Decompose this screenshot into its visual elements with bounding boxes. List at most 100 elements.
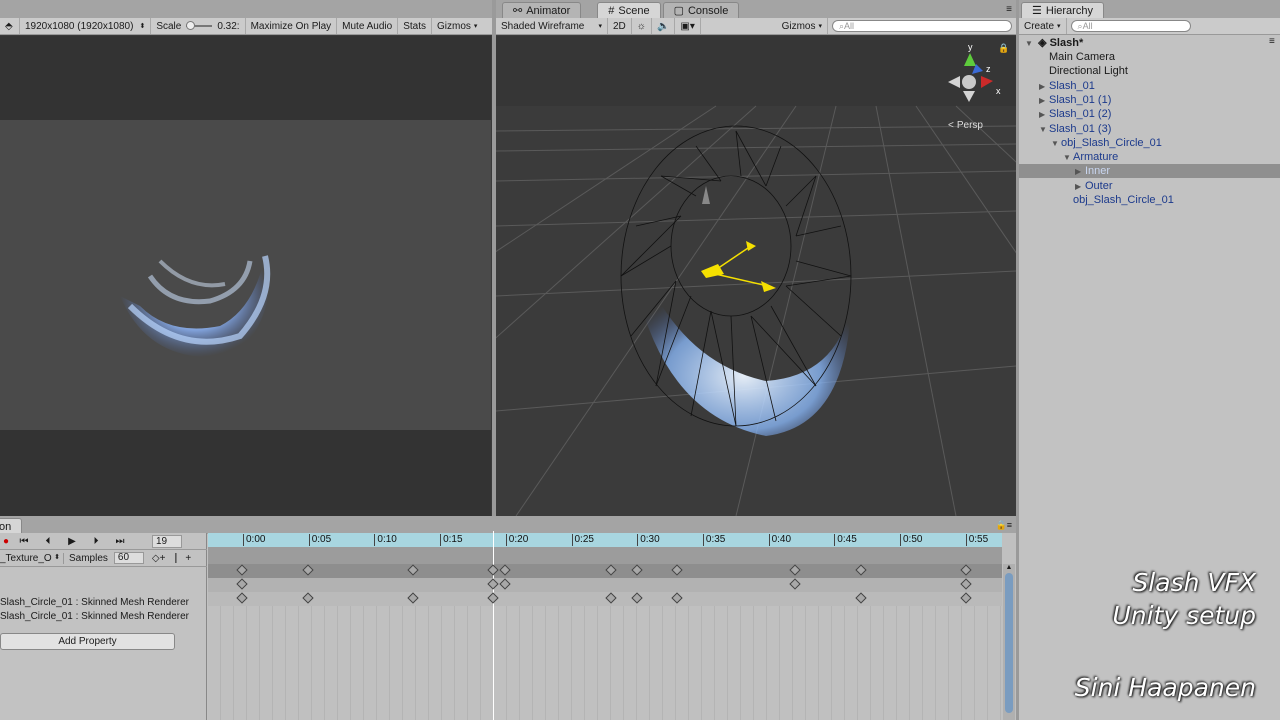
- expand-arrow-icon[interactable]: ▶: [1039, 80, 1049, 94]
- timeline-tick-mark: [834, 534, 836, 546]
- scene-gizmos-dropdown[interactable]: Gizmos ▾: [777, 18, 828, 34]
- tab-animator-label: Animator: [526, 4, 571, 17]
- display-dropdown[interactable]: ⬘: [0, 18, 20, 34]
- first-frame-button[interactable]: ⏮: [12, 536, 36, 547]
- timeline-tick-mark: [768, 534, 770, 546]
- scale-slider-thumb[interactable]: [186, 21, 196, 30]
- game-view-toolbar: ⬘ 1920x1080 (1920x1080) ⬍ Scale 0.32: Ma…: [0, 18, 493, 35]
- audio-toggle-icon[interactable]: 🔈: [652, 18, 676, 34]
- scene-options-icon[interactable]: ≡: [1269, 36, 1275, 47]
- timeline-grid: [208, 606, 1002, 720]
- animation-left-pane: ● ⏮ ⏴ ▶ ⏵ ⏭ 19 _Texture_O ⬍ Samples 60 ◇…: [0, 533, 207, 720]
- scene-root-item[interactable]: ▼ ◈ Slash*: [1025, 36, 1083, 50]
- add-keyframe-icon[interactable]: ◇+: [152, 553, 166, 564]
- frame-input[interactable]: 19: [152, 534, 182, 548]
- tab-hierarchy[interactable]: ☰ Hierarchy: [1021, 2, 1104, 18]
- next-frame-button[interactable]: ⏵: [84, 536, 108, 547]
- hierarchy-item[interactable]: ▶ Slash_01 (1): [1039, 93, 1111, 107]
- dropdown-arrow-icon: ▾: [1057, 23, 1061, 30]
- tab-animation-label: on: [0, 520, 12, 533]
- hierarchy-item[interactable]: ▶ Slash_01 (2): [1039, 107, 1111, 121]
- scene-grid-icon: #: [608, 4, 615, 17]
- hierarchy-item[interactable]: ▼ obj_Slash_Circle_01: [1051, 136, 1162, 150]
- game-canvas[interactable]: [0, 36, 491, 516]
- timeline-tick-label: 0:30: [640, 534, 660, 545]
- add-property-button[interactable]: Add Property: [0, 633, 175, 650]
- expand-arrow-icon[interactable]: ▶: [1075, 180, 1085, 194]
- expand-arrow-icon[interactable]: ▼: [1039, 123, 1049, 137]
- dropdown-arrow-icon: ▾: [818, 23, 822, 30]
- maximize-on-play-button[interactable]: Maximize On Play: [246, 18, 338, 34]
- samples-input[interactable]: 60: [113, 552, 144, 564]
- resolution-dropdown[interactable]: 1920x1080 (1920x1080) ⬍: [20, 18, 152, 34]
- dropdown-arrow-icon: ⬍: [54, 553, 60, 561]
- scrollbar-thumb[interactable]: [1005, 573, 1013, 713]
- tab-console[interactable]: ▢ Console: [662, 2, 740, 18]
- expand-arrow-icon[interactable]: ▼: [1051, 137, 1061, 151]
- create-label: Create: [1024, 20, 1055, 32]
- create-dropdown[interactable]: Create ▾: [1019, 18, 1067, 34]
- hierarchy-item[interactable]: ▼ Armature: [1063, 150, 1118, 164]
- timeline-tick-mark: [965, 534, 967, 546]
- playhead[interactable]: [493, 531, 494, 720]
- scene-root-label: Slash*: [1049, 37, 1084, 49]
- property-row[interactable]: Slash_Circle_01 : Skinned Mesh Renderer: [0, 597, 207, 611]
- playback-controls: ● ⏮ ⏴ ▶ ⏵ ⏭ 19: [0, 533, 207, 550]
- play-button[interactable]: ▶: [60, 536, 84, 547]
- scene-search-input[interactable]: ⌕ All: [832, 20, 1012, 32]
- scene-toolbar: Shaded Wireframe ▾ 2D ☼ 🔈 ▣▾ Gizmos ▾ ⌕ …: [496, 18, 1016, 35]
- console-icon: ▢: [673, 5, 684, 17]
- timeline-tick-label: 0:40: [771, 534, 792, 545]
- expand-arrow-icon[interactable]: ▼: [1063, 151, 1073, 165]
- prev-frame-button[interactable]: ⏴: [36, 536, 60, 547]
- gizmo-x-label: x: [996, 86, 1001, 96]
- scene-view-panel: ⚯ Animator # Scene ▢ Console ≡ Shaded Wi…: [496, 0, 1016, 516]
- gizmos-dropdown[interactable]: Gizmos ▾: [432, 18, 482, 34]
- expand-arrow-icon[interactable]: ▶: [1039, 94, 1049, 108]
- scroll-up-icon[interactable]: ▲: [1003, 564, 1015, 571]
- hierarchy-item[interactable]: ▶ Inner: [1075, 164, 1110, 178]
- effects-dropdown-icon[interactable]: ▣▾: [675, 18, 701, 34]
- lock-icon[interactable]: 🔒≡: [996, 520, 1012, 534]
- timeline-area[interactable]: ▲: [208, 533, 1016, 720]
- property-row[interactable]: Slash_Circle_01 : Skinned Mesh Renderer: [0, 611, 207, 625]
- hierarchy-item-label: Directional Light: [1049, 65, 1128, 78]
- lighting-toggle-icon[interactable]: ☼: [632, 18, 652, 34]
- hierarchy-search-input[interactable]: ⌕ All: [1070, 20, 1191, 32]
- timeline-tick-label: 0:15: [443, 534, 463, 545]
- animation-tabbar: on 🔒≡: [0, 516, 1016, 534]
- persp-label[interactable]: < Persp: [948, 120, 983, 131]
- add-event-icon[interactable]: ⎸+: [175, 553, 191, 564]
- hierarchy-item-label: Slash_01 (2): [1049, 108, 1112, 121]
- gizmo-y-label: y: [968, 42, 973, 52]
- hierarchy-item[interactable]: Directional Light: [1049, 64, 1128, 78]
- tab-animator[interactable]: ⚯ Animator: [502, 2, 582, 18]
- lock-icon[interactable]: 🔒: [998, 43, 1009, 53]
- expand-arrow-icon[interactable]: ▶: [1039, 108, 1049, 122]
- render-mode-dropdown[interactable]: Shaded Wireframe ▾: [496, 18, 608, 34]
- panel-menu-icon[interactable]: ≡: [1006, 4, 1012, 18]
- hierarchy-item[interactable]: ▶ Outer: [1075, 179, 1113, 193]
- scale-slider-track[interactable]: [186, 21, 213, 30]
- event-lane[interactable]: [208, 547, 1002, 564]
- tab-scene[interactable]: # Scene: [597, 2, 661, 18]
- scale-slider[interactable]: Scale 0.32:: [151, 18, 246, 34]
- 2d-toggle-button[interactable]: 2D: [608, 18, 632, 34]
- stats-button[interactable]: Stats: [398, 18, 432, 34]
- timeline-scrollbar[interactable]: ▲: [1003, 564, 1015, 720]
- clip-dropdown[interactable]: _Texture_O ⬍: [0, 552, 64, 564]
- record-button[interactable]: ●: [0, 533, 12, 550]
- scene-search-placeholder: All: [844, 21, 855, 31]
- hierarchy-item-label: Inner: [1085, 165, 1111, 178]
- hierarchy-item[interactable]: obj_Slash_Circle_01: [1073, 193, 1174, 207]
- hierarchy-item[interactable]: ▼ Slash_01 (3): [1039, 122, 1111, 136]
- hierarchy-item[interactable]: ▶ Slash_01: [1039, 79, 1095, 93]
- persp-chevron-icon: <: [948, 120, 954, 131]
- last-frame-button[interactable]: ⏭: [108, 536, 132, 547]
- expand-arrow-icon[interactable]: ▶: [1075, 165, 1085, 179]
- scene-canvas[interactable]: y z x < Persp 🔒: [496, 36, 1016, 516]
- expand-arrow-icon[interactable]: ▼: [1025, 37, 1035, 51]
- hierarchy-item[interactable]: Main Camera: [1049, 50, 1115, 64]
- video-title-line1: Slash VFX: [1132, 568, 1256, 597]
- mute-audio-button[interactable]: Mute Audio: [337, 18, 399, 34]
